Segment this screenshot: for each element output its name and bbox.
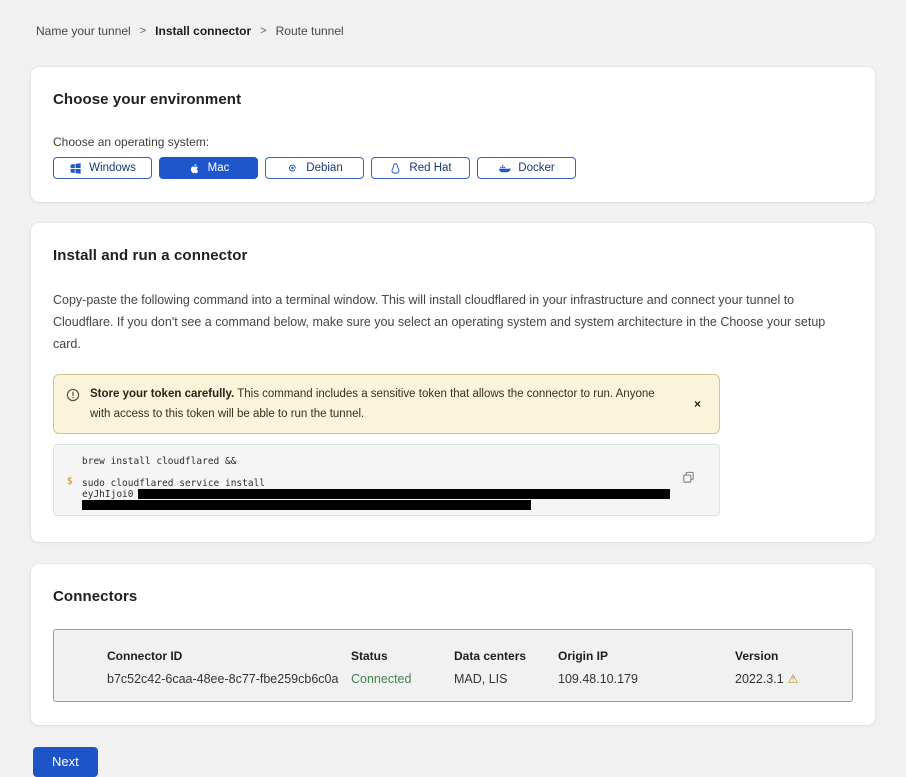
connectors-table: Connector ID Status Data centers Origin … — [53, 629, 853, 702]
connector-table-row: b7c52c42-6caa-48ee-8c77-fbe259cb6c0a Con… — [107, 672, 832, 686]
connectors-title: Connectors — [53, 588, 853, 605]
install-description: Copy-paste the following command into a … — [53, 290, 848, 356]
os-button-mac[interactable]: Mac — [159, 157, 258, 179]
os-button-debian[interactable]: Debian — [265, 157, 364, 179]
install-connector-title: Install and run a connector — [53, 247, 853, 264]
token-warning-title: Store your token carefully. — [90, 388, 234, 400]
os-button-label: Debian — [306, 162, 342, 174]
choose-environment-title: Choose your environment — [53, 91, 853, 108]
tunnel-setup-page: Name your tunnel > Install connector > R… — [0, 0, 906, 777]
os-button-windows[interactable]: Windows — [53, 157, 152, 179]
close-icon[interactable]: × — [688, 396, 707, 412]
version-number: 2022.3.1 — [735, 672, 784, 686]
copy-icon[interactable] — [681, 470, 697, 486]
os-button-label: Red Hat — [409, 162, 451, 174]
connector-id-value: b7c52c42-6caa-48ee-8c77-fbe259cb6c0a — [107, 672, 351, 686]
alert-circle-icon — [66, 388, 80, 407]
token-redaction-bar — [138, 489, 670, 499]
redhat-linux-icon — [389, 162, 402, 175]
next-button[interactable]: Next — [33, 747, 98, 777]
version-value: 2022.3.1 ⚠ — [735, 672, 832, 686]
breadcrumb-step-route-tunnel[interactable]: Route tunnel — [276, 24, 344, 38]
connectors-card: Connectors Connector ID Status Data cent… — [31, 564, 875, 725]
col-header-connector-id: Connector ID — [107, 649, 351, 663]
version-warning-icon: ⚠ — [788, 672, 799, 686]
os-button-group: Windows Mac Debian — [53, 157, 853, 179]
breadcrumb-separator: > — [260, 25, 266, 37]
docker-icon — [498, 162, 511, 175]
token-warning-banner: Store your token carefully. This command… — [53, 374, 720, 434]
token-warning-text: Store your token carefully. This command… — [90, 384, 678, 424]
breadcrumb-separator: > — [140, 25, 146, 37]
status-badge: Connected — [351, 672, 454, 686]
col-header-data-centers: Data centers — [454, 649, 558, 663]
data-centers-value: MAD, LIS — [454, 672, 558, 686]
origin-ip-value: 109.48.10.179 — [558, 672, 735, 686]
debian-icon — [286, 162, 299, 175]
breadcrumb-step-install-connector[interactable]: Install connector — [155, 24, 251, 38]
code-line-token: eyJhIjoi0 — [82, 489, 689, 500]
shell-prompt: $ — [67, 476, 73, 487]
connectors-table-header: Connector ID Status Data centers Origin … — [107, 649, 832, 663]
os-select-label: Choose an operating system: — [53, 135, 853, 149]
breadcrumb-step-name-your-tunnel[interactable]: Name your tunnel — [36, 24, 131, 38]
choose-environment-card: Choose your environment Choose an operat… — [31, 67, 875, 202]
os-button-redhat[interactable]: Red Hat — [371, 157, 470, 179]
token-prefix: eyJhIjoi0 — [82, 489, 133, 500]
apple-icon — [188, 162, 201, 175]
col-header-status: Status — [351, 649, 454, 663]
install-command-codeblock: brew install cloudflared && $ sudo cloud… — [53, 444, 720, 516]
breadcrumb: Name your tunnel > Install connector > R… — [31, 0, 875, 38]
install-connector-card: Install and run a connector Copy-paste t… — [31, 223, 875, 542]
os-button-label: Docker — [518, 162, 554, 174]
windows-icon — [69, 162, 82, 175]
col-header-origin-ip: Origin IP — [558, 649, 735, 663]
token-redaction-bar — [82, 500, 531, 510]
os-button-docker[interactable]: Docker — [477, 157, 576, 179]
col-header-version: Version — [735, 649, 832, 663]
code-line-brew: brew install cloudflared && — [82, 456, 689, 467]
os-button-label: Windows — [89, 162, 136, 174]
code-line-service-install: sudo cloudflared service install — [82, 478, 689, 489]
os-button-label: Mac — [208, 162, 230, 174]
